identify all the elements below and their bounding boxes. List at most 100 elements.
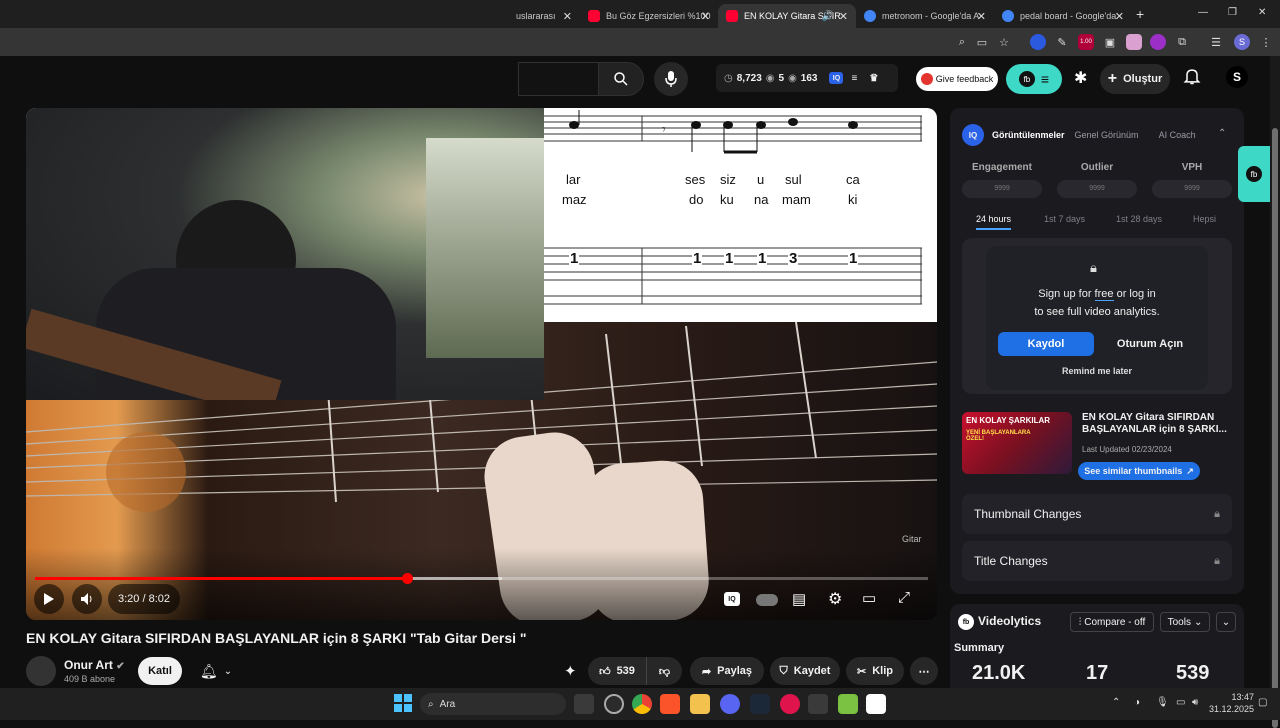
clock-time[interactable]: 13:47	[1214, 692, 1254, 702]
steam-icon[interactable]	[750, 694, 770, 714]
discord-icon[interactable]	[720, 694, 740, 714]
login-button[interactable]: Oturum Açın	[1102, 332, 1198, 356]
video-player[interactable]: 𝄾 or lar ses siz u sul ca n maz do ku na…	[26, 108, 937, 620]
notifications-button[interactable]	[1182, 66, 1206, 90]
progress-bar[interactable]	[35, 573, 928, 584]
windows-start-icon[interactable]	[394, 694, 414, 714]
theater-mode-icon[interactable]: ▭	[862, 589, 876, 607]
range-7-days[interactable]: 1st 7 days	[1044, 214, 1085, 224]
title-changes-row[interactable]: Title Changes 🔒︎	[962, 541, 1232, 581]
extension-puzzle-icon[interactable]: ✱	[1074, 68, 1087, 88]
zoom-icon[interactable]: ⌕	[954, 34, 970, 50]
search-input[interactable]	[518, 62, 598, 96]
channel-name[interactable]: Onur Art ✔	[64, 658, 125, 672]
tray-app-icon[interactable]: ◑	[1134, 697, 1140, 708]
tab-overview[interactable]: Genel Görünüm	[1075, 130, 1139, 140]
network-icon[interactable]: ▭	[1176, 697, 1185, 708]
sparkle-icon[interactable]: ✦	[564, 662, 577, 680]
browser-tab-active[interactable]: EN KOLAY Gitara SIFIR 🔊 ✕	[718, 4, 856, 28]
vidiq-player-icon[interactable]: IQ	[724, 592, 740, 606]
extension-icon[interactable]	[1150, 34, 1166, 50]
profile-avatar[interactable]: S	[1234, 34, 1250, 50]
expand-button[interactable]: ⌄	[1216, 612, 1236, 632]
voice-search-button[interactable]	[654, 62, 688, 96]
user-avatar[interactable]: S	[1226, 66, 1248, 88]
side-extension-tab[interactable]: fb	[1238, 146, 1270, 202]
browser-tab[interactable]: pedal board - Google'da ✕	[994, 4, 1132, 28]
speed-extension-icon[interactable]: 1.00	[1078, 34, 1094, 50]
extension-icon[interactable]: ▣	[1102, 34, 1118, 50]
bookmark-star-icon[interactable]: ☆	[996, 34, 1012, 50]
fullscreen-icon[interactable]: ⤢	[898, 589, 910, 606]
dislike-button[interactable]: 👎︎	[646, 657, 682, 685]
compare-button[interactable]: ⫶ Compare - off	[1070, 612, 1154, 632]
extension-icon[interactable]	[1030, 34, 1046, 50]
collapse-chevron-icon[interactable]: ⌃	[1218, 128, 1226, 139]
remind-later-link[interactable]: Remind me later	[986, 366, 1208, 376]
tray-chevron-icon[interactable]: ⌃	[1112, 697, 1120, 708]
pen-extension-icon[interactable]: ✎	[1054, 34, 1070, 50]
extension-icon[interactable]	[1126, 34, 1142, 50]
signup-button[interactable]: Kaydol	[998, 332, 1094, 356]
scrollbar-thumb[interactable]	[1272, 128, 1278, 728]
autoplay-toggle[interactable]	[756, 594, 778, 606]
tray-mic-icon[interactable]: 🎙︎	[1156, 697, 1169, 708]
free-link[interactable]: free	[1094, 288, 1114, 301]
browser-tab[interactable]: uslararası ✕	[508, 4, 580, 28]
browser-menu-icon[interactable]: ⋮	[1258, 34, 1274, 50]
extension-menu-button[interactable]: fb ≡	[1006, 64, 1062, 94]
create-button[interactable]: + Oluştur	[1100, 64, 1170, 94]
trophy-icon[interactable]: ♛	[869, 73, 878, 84]
tab-views[interactable]: Görüntülenmeler	[992, 130, 1065, 140]
notion-icon[interactable]	[866, 694, 886, 714]
speaker-icon[interactable]: 🔊	[822, 11, 834, 22]
thumbnail-changes-row[interactable]: Thumbnail Changes 🔒︎	[962, 494, 1232, 534]
list-icon[interactable]: ≡	[851, 73, 857, 84]
new-tab-button[interactable]: +	[1136, 6, 1144, 22]
close-tab-icon[interactable]: ✕	[701, 10, 710, 23]
tools-dropdown[interactable]: Tools ⌄	[1160, 612, 1210, 632]
speaker-icon[interactable]: 🔊︎	[1192, 697, 1198, 708]
app-icon[interactable]	[604, 694, 624, 714]
reading-list-icon[interactable]: ☰	[1208, 34, 1224, 50]
file-explorer-icon[interactable]	[690, 694, 710, 714]
task-view-icon[interactable]	[574, 694, 594, 714]
channel-avatar[interactable]	[26, 656, 56, 686]
taskbar-search[interactable]: ⌕ Ara	[420, 693, 566, 715]
close-tab-icon[interactable]: ✕	[1115, 10, 1124, 23]
range-all[interactable]: Hepsi	[1193, 214, 1216, 224]
settings-gear-icon[interactable]: ⚙	[828, 589, 842, 609]
notification-center-icon[interactable]: ▢	[1258, 697, 1267, 708]
video-thumbnail[interactable]: EN KOLAY ŞARKILAR YENİ BAŞLAYANLARA ÖZEL…	[962, 412, 1072, 474]
range-28-days[interactable]: 1st 28 days	[1116, 214, 1162, 224]
chrome-icon[interactable]	[632, 694, 652, 714]
page-scrollbar[interactable]	[1270, 56, 1280, 728]
browser-tab[interactable]: metronom - Google'da A ✕	[856, 4, 994, 28]
join-button[interactable]: Katıl	[138, 657, 182, 685]
search-button[interactable]	[598, 62, 644, 96]
media-app-icon[interactable]	[780, 694, 800, 714]
subtitles-icon[interactable]: ▤	[792, 590, 806, 608]
save-button[interactable]: ⛉ Kaydet	[770, 657, 840, 685]
range-24-hours[interactable]: 24 hours	[976, 214, 1012, 230]
like-button[interactable]: 👍︎ 539	[588, 657, 646, 685]
see-similar-button[interactable]: See similar thumbnails ↗	[1078, 462, 1200, 480]
share-button[interactable]: ➦ Paylaş	[690, 657, 764, 685]
more-actions-button[interactable]: ⋯	[910, 657, 938, 685]
subscribed-bell-button[interactable]: 🔔︎ ⌄	[190, 657, 242, 685]
app-icon[interactable]	[838, 694, 858, 714]
tab-ai-coach[interactable]: AI Coach	[1159, 130, 1196, 140]
close-tab-icon[interactable]: ✕	[839, 10, 848, 23]
browser-tab[interactable]: Bu Göz Egzersizleri %100 ✕	[580, 4, 718, 28]
vidiq-icon[interactable]: IQ	[829, 72, 844, 84]
close-tab-icon[interactable]: ✕	[977, 10, 986, 23]
app-icon[interactable]	[808, 694, 828, 714]
minimize-button[interactable]: —	[1198, 7, 1208, 18]
clock-date[interactable]: 31.12.2025	[1206, 704, 1254, 714]
close-window-button[interactable]: ✕	[1258, 7, 1266, 18]
brave-icon[interactable]	[660, 694, 680, 714]
restore-button[interactable]: ❐	[1228, 7, 1237, 18]
give-feedback-button[interactable]: Give feedback	[916, 67, 998, 91]
play-button[interactable]	[34, 584, 64, 614]
clip-button[interactable]: ✂ Klip	[846, 657, 904, 685]
